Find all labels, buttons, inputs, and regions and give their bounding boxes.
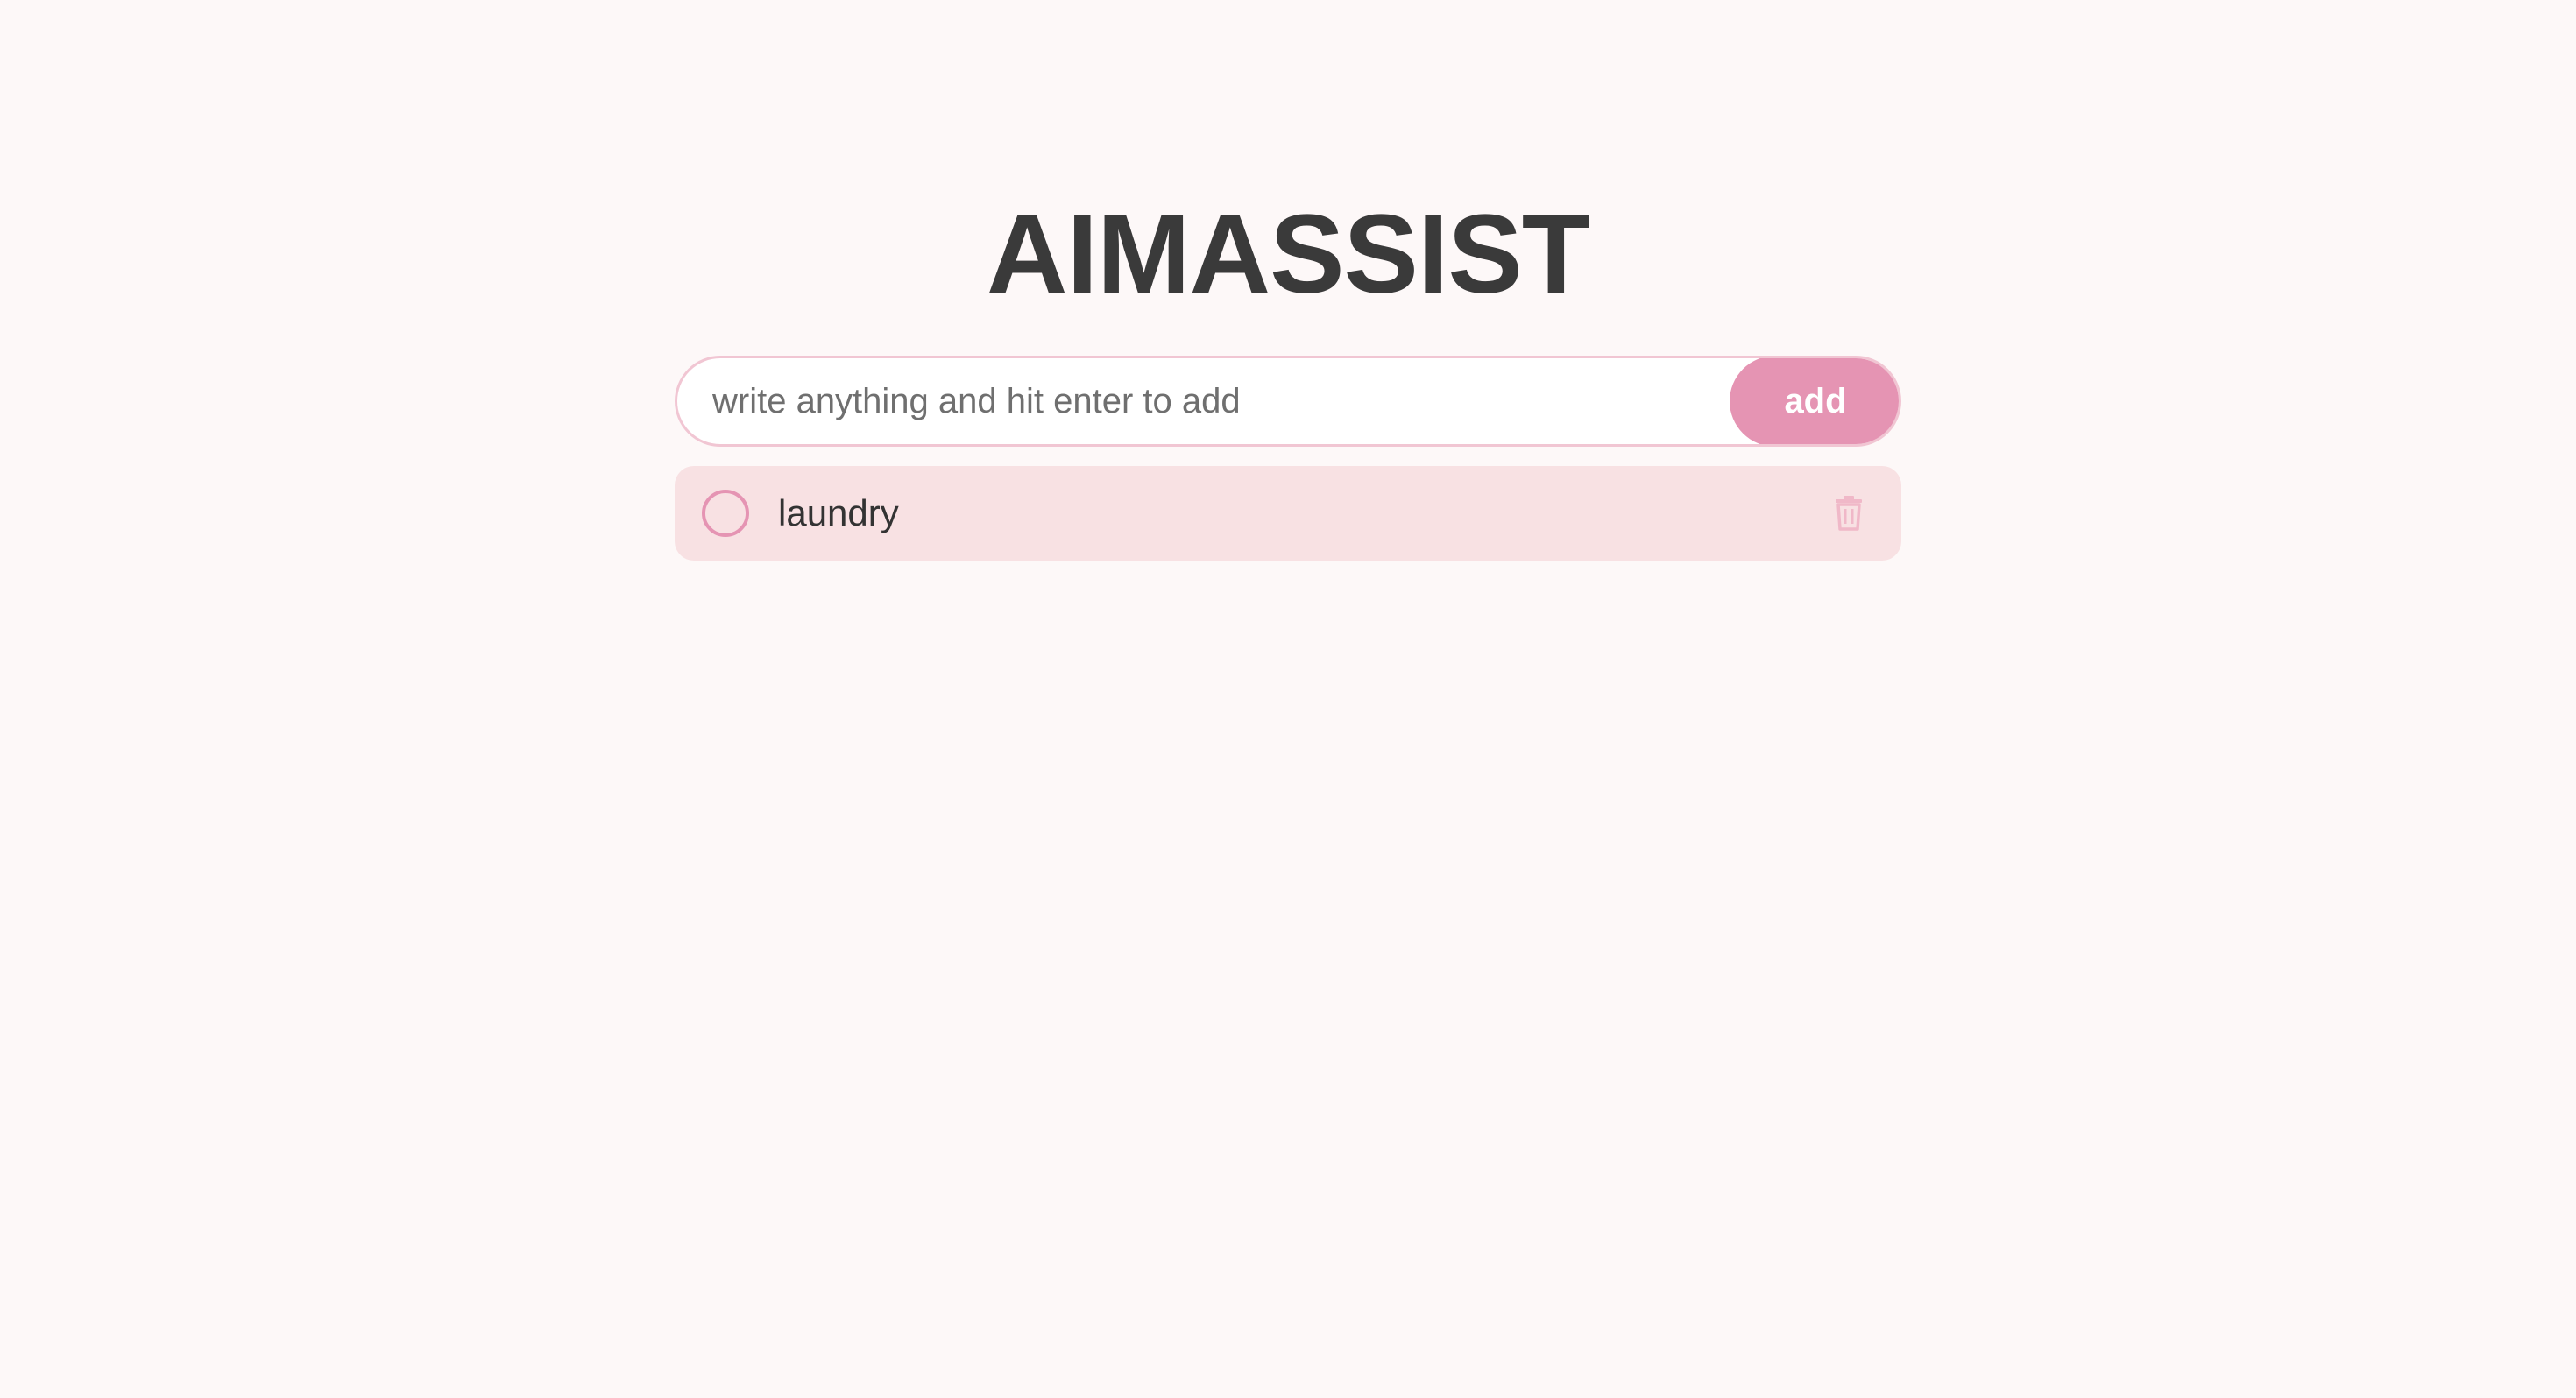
delete-button[interactable]: [1828, 492, 1870, 534]
add-task-form: add: [675, 356, 1901, 447]
task-input[interactable]: [677, 358, 1720, 444]
page-title: AIMASSIST: [987, 192, 1590, 317]
todo-list: laundry: [675, 466, 1901, 561]
trash-icon: [1836, 496, 1862, 531]
page: AIMASSIST add laundry: [0, 0, 2576, 1398]
add-button[interactable]: add: [1730, 358, 1899, 444]
todo-text: laundry: [778, 492, 899, 533]
list-item: laundry: [675, 466, 1901, 561]
complete-checkbox[interactable]: [702, 490, 749, 537]
